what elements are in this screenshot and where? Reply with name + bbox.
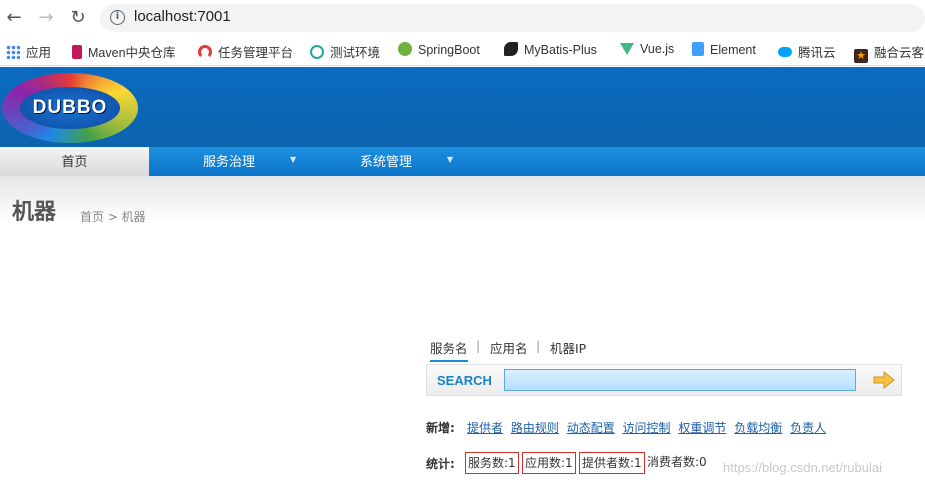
tab-machine-ip[interactable]: 机器IP: [550, 338, 586, 357]
address-bar[interactable]: i localhost:7001: [100, 4, 925, 32]
bookmark-test-env[interactable]: 测试环境: [310, 42, 380, 60]
bookmark-apps[interactable]: 应用: [6, 42, 51, 60]
search-label: SEARCH: [437, 373, 492, 388]
link-dynamic-config[interactable]: 动态配置: [567, 421, 615, 435]
bookmark-label: 应用: [26, 46, 52, 60]
r-circle-icon: [310, 45, 324, 59]
add-links: 提供者 路由规则 动态配置 访问控制 权重调节 负载均衡 负责人: [467, 419, 830, 436]
menu-item-system-management[interactable]: 系统管理: [360, 147, 412, 176]
bookmark-maven[interactable]: Maven中央仓库: [72, 42, 176, 60]
link-load-balance[interactable]: 负载均衡: [734, 421, 782, 435]
breadcrumb[interactable]: 首页 > 机器: [80, 208, 146, 225]
spring-leaf-icon: [398, 42, 412, 56]
dubbo-logo[interactable]: DUBBO: [2, 73, 138, 143]
bookmark-label: Vue.js: [640, 42, 675, 56]
bookmark-ronghe[interactable]: ★ 融合云客: [854, 42, 925, 63]
bookmark-mybatis-plus[interactable]: MyBatis-Plus: [504, 42, 597, 60]
link-access-control[interactable]: 访问控制: [623, 421, 671, 435]
stats-label: 统计:: [426, 457, 455, 471]
bookmarks-bar: 应用 Maven中央仓库 任务管理平台 测试环境 SpringBoot MyBa…: [0, 36, 925, 66]
maven-icon: [72, 45, 82, 59]
element-icon: [692, 42, 704, 56]
bookmark-label: 测试环境: [330, 46, 381, 60]
chevron-down-icon[interactable]: ▼: [290, 155, 296, 164]
tab-application-name[interactable]: 应用名: [490, 338, 528, 357]
link-weight-adjust[interactable]: 权重调节: [678, 421, 726, 435]
bookmark-springboot[interactable]: SpringBoot: [398, 42, 480, 60]
bird-icon: [504, 42, 518, 56]
forward-arrow-icon[interactable]: →: [34, 6, 58, 30]
apps-grid-icon: [6, 45, 20, 59]
tab-service-name[interactable]: 服务名: [430, 338, 468, 362]
bookmark-label: 融合云客: [874, 46, 925, 60]
link-provider[interactable]: 提供者: [467, 421, 503, 435]
stat-application-count: 应用数:1: [522, 452, 576, 474]
site-info-icon[interactable]: i: [110, 10, 125, 25]
reload-icon[interactable]: ↻: [66, 6, 90, 30]
menu-item-service-governance[interactable]: 服务治理: [203, 147, 255, 176]
stat-service-count: 服务数:1: [465, 452, 519, 474]
bookmark-label: Maven中央仓库: [88, 46, 176, 60]
search-box: SEARCH: [426, 364, 902, 396]
menu-item-home[interactable]: 首页: [0, 147, 149, 176]
arc-icon: [198, 45, 212, 59]
arrow-right-icon[interactable]: [873, 371, 895, 389]
stat-consumer-count: 消费者数:0: [647, 455, 707, 469]
add-label: 新增:: [426, 421, 455, 435]
bookmark-task-platform[interactable]: 任务管理平台: [198, 42, 293, 60]
tab-separator: |: [536, 338, 541, 353]
cloud-icon: [778, 47, 792, 57]
browser-address-row: ← → ↻ i localhost:7001: [0, 0, 925, 36]
bookmark-vue[interactable]: Vue.js: [620, 42, 674, 60]
link-routing-rule[interactable]: 路由规则: [511, 421, 559, 435]
bookmark-element[interactable]: Element: [692, 42, 756, 60]
stat-provider-count: 提供者数:1: [579, 452, 645, 474]
link-owner[interactable]: 负责人: [790, 421, 826, 435]
tab-separator: |: [476, 338, 481, 353]
page-title: 机器: [12, 200, 57, 225]
bookmark-label: Element: [710, 43, 756, 57]
bookmark-tencent-cloud[interactable]: 腾讯云: [778, 42, 836, 60]
star-icon: ★: [854, 49, 868, 63]
watermark: https://blog.csdn.net/rubulai: [723, 460, 882, 475]
logo-text: DUBBO: [32, 97, 108, 118]
url-text[interactable]: localhost:7001: [134, 8, 231, 25]
app-header: DUBBO: [0, 67, 925, 147]
search-input[interactable]: [504, 369, 856, 391]
bookmark-label: MyBatis-Plus: [524, 43, 597, 57]
chevron-down-icon[interactable]: ▼: [447, 155, 453, 164]
vue-icon: [620, 43, 634, 55]
bookmark-label: 任务管理平台: [218, 46, 294, 60]
main-menu: 首页 服务治理 ▼ 系统管理 ▼: [0, 147, 925, 176]
back-arrow-icon[interactable]: ←: [2, 6, 26, 30]
bookmark-label: SpringBoot: [418, 43, 480, 57]
bookmark-label: 腾讯云: [798, 46, 836, 60]
